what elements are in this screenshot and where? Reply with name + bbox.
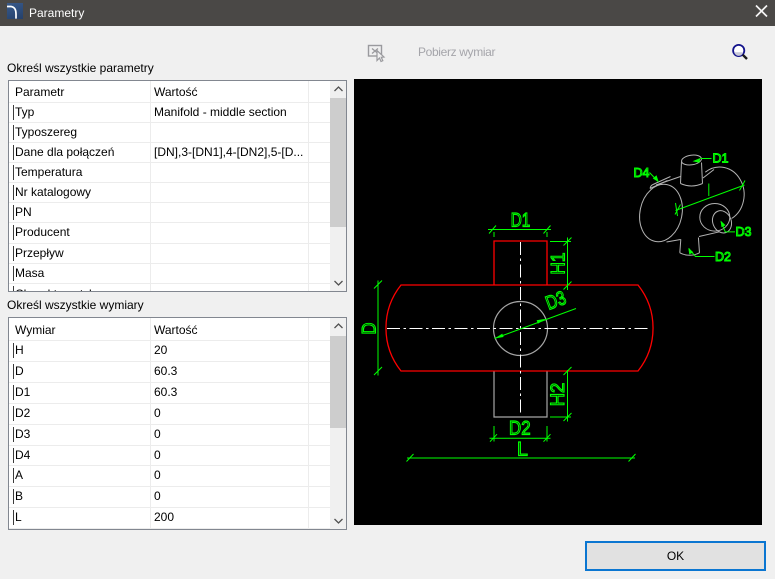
svg-text:D4: D4 — [634, 165, 650, 180]
svg-text:D3: D3 — [736, 224, 752, 239]
svg-text:D2: D2 — [715, 249, 731, 264]
svg-text:L: L — [517, 439, 528, 461]
svg-text:D2: D2 — [509, 418, 531, 440]
svg-text:H1: H1 — [548, 253, 570, 275]
svg-text:D1: D1 — [511, 210, 531, 232]
svg-text:H2: H2 — [547, 383, 569, 407]
svg-text:D1: D1 — [713, 151, 729, 166]
svg-text:D: D — [359, 323, 381, 335]
svg-text:D3: D3 — [543, 287, 569, 315]
